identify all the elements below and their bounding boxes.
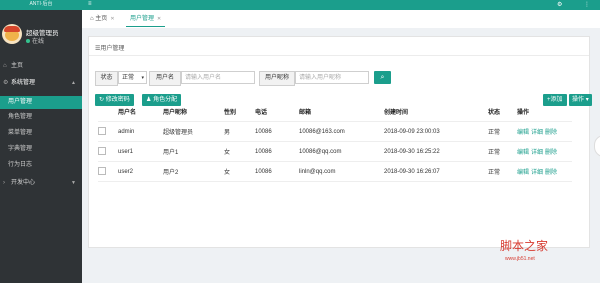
menu-toggle-icon[interactable]: ≡ [88,1,92,7]
cell-nickname: 超级管理员 [163,121,224,142]
search-icon: ⌕ [380,74,385,81]
username-label: 用户名 [149,71,181,86]
cell-username: user2 [118,161,163,182]
gear-icon: ⚙ [3,80,9,86]
col-created: 创建时间 [384,102,488,122]
cell-actions: 编辑 详细 删除 [517,121,572,142]
row-checkbox[interactable] [98,166,106,175]
col-email: 邮箱 [299,102,384,122]
row-checkbox[interactable] [98,126,106,135]
cell-email: 10086@qq.com [299,141,384,162]
cell-gender: 男 [224,121,255,142]
sidebar-item-dev[interactable]: › 开发中心 ▼ [0,177,82,190]
sidebar-item-logs[interactable]: 行为日志 [0,159,82,172]
cell-actions: 编辑 详细 删除 [517,161,572,182]
user-status: 在线 [26,36,44,45]
cell-status: 正常 [488,121,517,142]
settings-icon[interactable]: ⚙ [557,2,562,8]
row-checkbox-cell [98,141,118,162]
col-gender: 性别 [224,102,255,122]
chevron-down-icon: ▼ [71,180,76,186]
tab-home[interactable]: ⌂ 主页 ✕ [86,13,119,26]
code-icon: › [3,180,5,186]
cell-phone: 10086 [255,161,299,182]
search-button[interactable]: ⌕ [374,71,391,84]
chevron-up-icon: ▲ [71,80,76,86]
cell-gender: 女 [224,141,255,162]
detail-link[interactable]: 详细 [531,130,543,136]
col-phone: 电话 [255,102,299,122]
sidebar-item-users[interactable]: 用户管理 [0,96,82,109]
col-username: 用户名 [118,102,163,122]
home-icon: ⌂ [3,63,7,69]
sidebar-item-system[interactable]: ⚙ 系统管理 ▲ [0,77,82,90]
status-select[interactable]: 正常 ▾ [118,71,147,84]
cell-actions: 编辑 详细 删除 [517,141,572,162]
edit-link[interactable]: 编辑 [517,130,529,136]
col-nickname: 用户昵称 [163,102,224,122]
status-label: 状态 [95,71,118,86]
close-icon[interactable]: ✕ [110,16,114,22]
row-checkbox-cell [98,121,118,142]
sidebar-top-label: ANTI·后台 [0,0,82,10]
close-icon[interactable]: ✕ [157,16,161,22]
cell-email: linln@qq.com [299,161,384,182]
delete-link[interactable]: 删除 [545,150,557,156]
sidebar-item-home[interactable]: ⌂ 主页 [0,60,82,73]
top-bar: ≡ ⚙ ⋮ [82,0,600,10]
divider [89,55,589,56]
menu-icon[interactable]: ⋮ [584,2,590,8]
table-row: admin 超级管理员 男 10086 10086@163.com 2018-0… [98,121,572,142]
cell-gender: 女 [224,161,255,182]
cell-phone: 10086 [255,141,299,162]
caret-down-icon: ▾ [585,97,589,103]
cell-status: 正常 [488,141,517,162]
tab-bar: ⌂ 主页 ✕ 用户管理 ✕ [82,10,600,29]
select-all-cell [98,102,118,122]
actions-dropdown[interactable]: 操作 ▾ [569,94,592,106]
avatar[interactable] [2,24,22,44]
user-panel: 超级管理员 在线 [2,24,80,50]
panel-title: ☰用户管理 [95,46,125,52]
sidebar-item-menus[interactable]: 菜单管理 [0,127,82,140]
caret-down-icon: ▾ [141,75,144,81]
table-row: user2 用户2 女 10086 linln@qq.com 2018-09-3… [98,161,572,182]
detail-link[interactable]: 详细 [531,150,543,156]
sidebar: ANTI·后台 超级管理员 在线 ⌂ 主页 ⚙ 系统管理 ▲ 用户管理 角色管理 菜… [0,0,82,283]
sidebar-item-roles[interactable]: 角色管理 [0,111,82,124]
cell-created: 2018-09-30 16:25:22 [384,141,488,162]
cell-phone: 10086 [255,121,299,142]
delete-link[interactable]: 删除 [545,130,557,136]
users-table: 用户名 用户昵称 性别 电话 邮箱 创建时间 状态 操作 admin 超级管理员… [98,102,572,182]
cell-username: user1 [118,141,163,162]
delete-link[interactable]: 删除 [545,170,557,176]
username-input[interactable] [181,71,255,84]
detail-link[interactable]: 详细 [531,170,543,176]
col-status: 状态 [488,102,517,122]
topbar-icons: ⚙ ⋮ [557,1,590,8]
cell-created: 2018-09-09 23:00:03 [384,121,488,142]
nickname-label: 用户昵称 [259,71,295,86]
nickname-input[interactable] [295,71,369,84]
cell-email: 10086@163.com [299,121,384,142]
table-header-row: 用户名 用户昵称 性别 电话 邮箱 创建时间 状态 操作 [98,102,572,122]
edit-link[interactable]: 编辑 [517,150,529,156]
col-actions: 操作 [517,102,572,122]
row-checkbox-cell [98,161,118,182]
cell-nickname: 用户1 [163,141,224,162]
cell-created: 2018-09-30 16:26:07 [384,161,488,182]
tab-user-management[interactable]: 用户管理 ✕ [126,13,166,27]
home-icon: ⌂ [90,16,94,22]
watermark-url: www.jb51.net [505,256,535,262]
watermark-title: 脚本之家 [500,239,549,253]
row-checkbox[interactable] [98,146,106,155]
cell-nickname: 用户2 [163,161,224,182]
sidebar-item-dict[interactable]: 字典管理 [0,143,82,156]
cell-username: admin [118,121,163,142]
online-dot-icon [26,39,30,44]
cell-status: 正常 [488,161,517,182]
edit-link[interactable]: 编辑 [517,170,529,176]
table-row: user1 用户1 女 10086 10086@qq.com 2018-09-3… [98,141,572,162]
